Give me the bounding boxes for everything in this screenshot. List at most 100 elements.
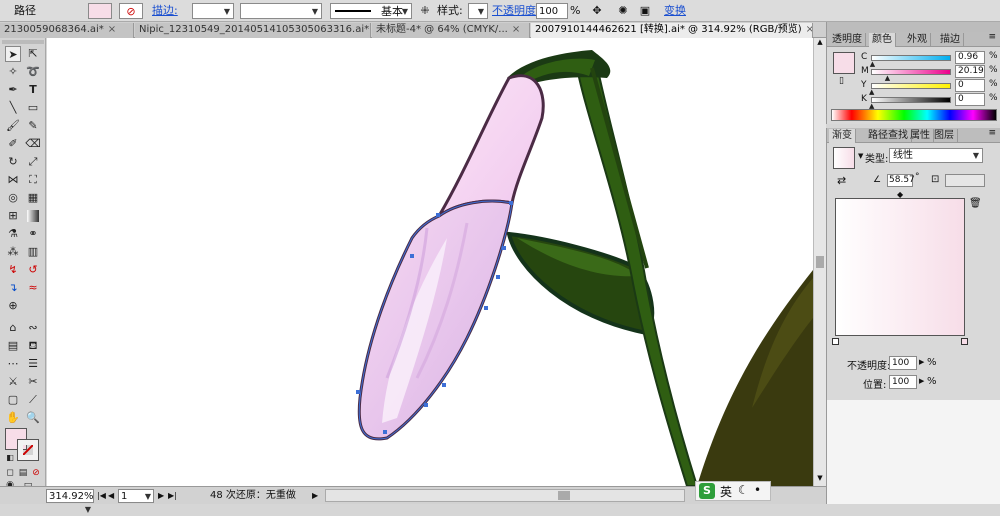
- cut-path-icon[interactable]: ↴: [5, 280, 21, 296]
- cyan-track[interactable]: ▲: [870, 55, 951, 68]
- fill-swatch-dropdown[interactable]: [88, 3, 112, 19]
- brush-profile-select[interactable]: 基本 ▼: [330, 3, 412, 19]
- color-spectrum-bar[interactable]: [831, 109, 997, 121]
- reverse-gradient-icon[interactable]: ⇄: [837, 174, 846, 187]
- align-stroke-icon[interactable]: ⁜: [418, 3, 432, 19]
- close-icon[interactable]: ×: [512, 24, 520, 35]
- align-icon[interactable]: ▣: [637, 3, 653, 19]
- dot-icon[interactable]: •: [754, 483, 761, 497]
- knife-tool-icon[interactable]: ⟋: [25, 392, 41, 408]
- paintbrush-tool-icon[interactable]: 🖌: [5, 118, 21, 134]
- join-path-icon[interactable]: ≈: [25, 280, 41, 296]
- status-menu-icon[interactable]: ▶: [312, 489, 318, 503]
- black-slider-row[interactable]: K ▲ 0 %: [857, 93, 998, 110]
- type-tool-icon[interactable]: T: [25, 82, 41, 98]
- perspective-grid-tool-icon[interactable]: ▦: [25, 190, 41, 206]
- black-input[interactable]: 0: [955, 93, 985, 106]
- tab-stroke[interactable]: 描边: [937, 33, 964, 47]
- yellow-slider-row[interactable]: Y ▲ 0 %: [857, 79, 998, 96]
- yellow-input[interactable]: 0: [955, 79, 985, 92]
- hand-tool-icon[interactable]: ✋: [5, 410, 21, 426]
- stroke-swatch-dropdown[interactable]: ⊘: [119, 3, 143, 19]
- scroll-thumb[interactable]: [558, 491, 570, 500]
- lasso-tool-icon[interactable]: ➰: [25, 64, 41, 80]
- pencil-tool-icon[interactable]: ✎: [25, 118, 41, 134]
- zoom-tool-icon[interactable]: 🔍: [25, 410, 41, 426]
- cyan-input[interactable]: 0.96: [955, 51, 985, 64]
- gradient-stop-left[interactable]: [832, 338, 839, 345]
- rotate-tool-icon[interactable]: ↻: [5, 154, 21, 170]
- vertical-scrollbar[interactable]: ▲ ▼: [813, 38, 826, 486]
- align-distribute-icon[interactable]: ☰: [25, 356, 41, 372]
- column-graph-tool-icon[interactable]: ▥: [25, 244, 41, 260]
- horizontal-scrollbar[interactable]: [325, 489, 685, 502]
- close-icon[interactable]: ×: [108, 24, 116, 35]
- document-tab[interactable]: 未标题-4* @ 64% (CMYK/... ×: [372, 23, 530, 38]
- tab-gradient[interactable]: 渐变: [829, 129, 856, 143]
- stroke-swatch[interactable]: [17, 439, 39, 461]
- panel-menu-icon[interactable]: ≡: [988, 32, 996, 42]
- paint-bucket-icon[interactable]: ⛾: [25, 338, 41, 354]
- panel-menu-icon[interactable]: ≡: [988, 128, 996, 138]
- warp-icon[interactable]: ∾: [25, 320, 41, 336]
- tab-color[interactable]: 颜色: [869, 33, 896, 47]
- last-artboard-icon[interactable]: ▶|: [168, 489, 177, 503]
- close-icon[interactable]: ×: [806, 24, 812, 35]
- color-fill-swatch[interactable]: [833, 52, 855, 74]
- angle-input[interactable]: 58.57: [887, 174, 915, 187]
- ime-status-bar[interactable]: S 英 ☾ •: [695, 481, 771, 501]
- tab-pathfinder[interactable]: 路径查找: [865, 129, 912, 143]
- stop-position-input[interactable]: 100: [889, 375, 917, 389]
- default-colors-icon[interactable]: ◧: [2, 450, 18, 466]
- anchor-smooth-icon[interactable]: ↺: [25, 262, 41, 278]
- isolate-object-icon[interactable]: ✺: [615, 3, 631, 19]
- artboard-tool-icon[interactable]: ▢: [5, 392, 21, 408]
- next-artboard-icon[interactable]: ▶: [158, 489, 164, 503]
- stroke-label-link[interactable]: 描边:: [152, 3, 178, 19]
- artboard-canvas[interactable]: [47, 38, 813, 486]
- magenta-input[interactable]: 20.19: [955, 65, 985, 78]
- free-transform-tool-icon[interactable]: ⛶: [25, 172, 41, 188]
- scroll-thumb[interactable]: [816, 256, 824, 268]
- direct-selection-tool-icon[interactable]: ⇱: [25, 46, 41, 62]
- gradient-preview-large[interactable]: [835, 198, 965, 336]
- scroll-up-icon[interactable]: ▲: [814, 38, 826, 50]
- gradient-preview-swatch[interactable]: [833, 147, 855, 169]
- recolor-artwork-icon[interactable]: ✥: [588, 3, 606, 19]
- graphic-style-select[interactable]: ▼: [468, 3, 488, 19]
- cyan-slider-row[interactable]: C ▲ 0.96 %: [857, 51, 998, 68]
- chevron-right-icon[interactable]: ▶: [919, 377, 924, 385]
- stop-opacity-input[interactable]: 100: [889, 356, 917, 370]
- blend-tool-icon[interactable]: ⚭: [25, 226, 41, 242]
- variable-width-select[interactable]: ▼: [240, 3, 322, 19]
- document-tab[interactable]: Nipic_12310549_20140514105305063316.ai*×: [135, 23, 371, 38]
- gradient-tool-icon[interactable]: [27, 210, 39, 222]
- scale-tool-icon[interactable]: ⤢: [25, 154, 41, 170]
- scroll-down-icon[interactable]: ▼: [814, 474, 826, 486]
- anchor-convert-icon[interactable]: ↯: [5, 262, 21, 278]
- tab-appearance[interactable]: 外观: [904, 33, 931, 47]
- opacity-input[interactable]: 100: [536, 3, 568, 19]
- aspect-ratio-input[interactable]: [945, 174, 985, 187]
- eyedropper-tool-icon[interactable]: ⚗: [5, 226, 21, 242]
- line-tool-icon[interactable]: ╲: [5, 100, 21, 116]
- slice-tool-icon[interactable]: ⚔: [5, 374, 21, 390]
- grid-icon[interactable]: ▤: [5, 338, 21, 354]
- stroke-weight-select[interactable]: ▼: [192, 3, 234, 19]
- document-tab[interactable]: 2130059068364.ai* ×: [0, 23, 134, 38]
- first-artboard-icon[interactable]: |◀: [97, 489, 106, 503]
- artboard-select[interactable]: 1 ▼: [118, 489, 154, 503]
- transform-link[interactable]: 变换: [664, 3, 686, 19]
- scissors-tool-icon[interactable]: ✂: [25, 374, 41, 390]
- shape-builder-tool-icon[interactable]: ◎: [5, 190, 21, 206]
- document-tab-active[interactable]: 2007910144462621 [转换].ai* @ 314.92% (RGB…: [531, 23, 813, 38]
- gradient-stop-right[interactable]: [961, 338, 968, 345]
- yellow-track[interactable]: ▲: [869, 83, 951, 96]
- envelope-icon[interactable]: ⌂: [5, 320, 21, 336]
- chevron-down-icon[interactable]: ▼: [858, 152, 863, 160]
- measure-icon[interactable]: ⋯: [5, 356, 21, 372]
- gradient-delete-stop-icon[interactable]: 🗑: [969, 198, 982, 209]
- magic-wand-tool-icon[interactable]: ✧: [5, 64, 21, 80]
- black-track[interactable]: ▲: [869, 97, 951, 110]
- moon-icon[interactable]: ☾: [738, 483, 749, 497]
